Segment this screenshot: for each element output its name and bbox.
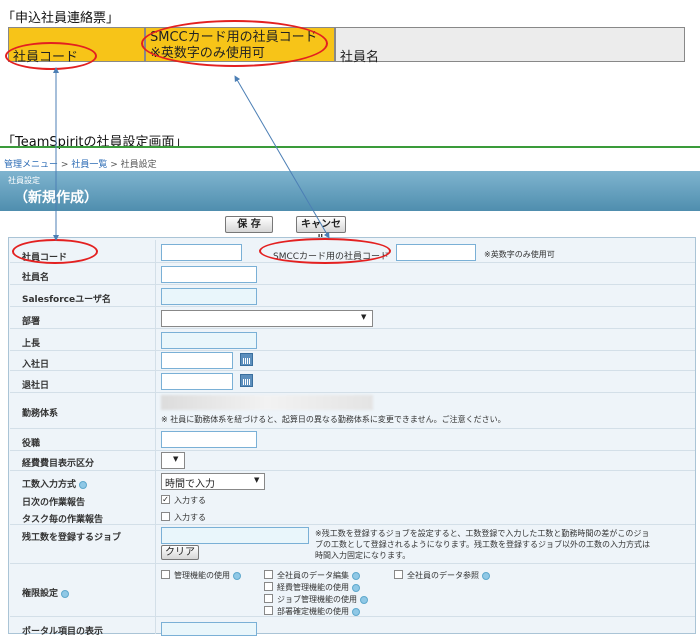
annotation-arrow [234,75,330,239]
annotation-arrows [53,67,330,241]
